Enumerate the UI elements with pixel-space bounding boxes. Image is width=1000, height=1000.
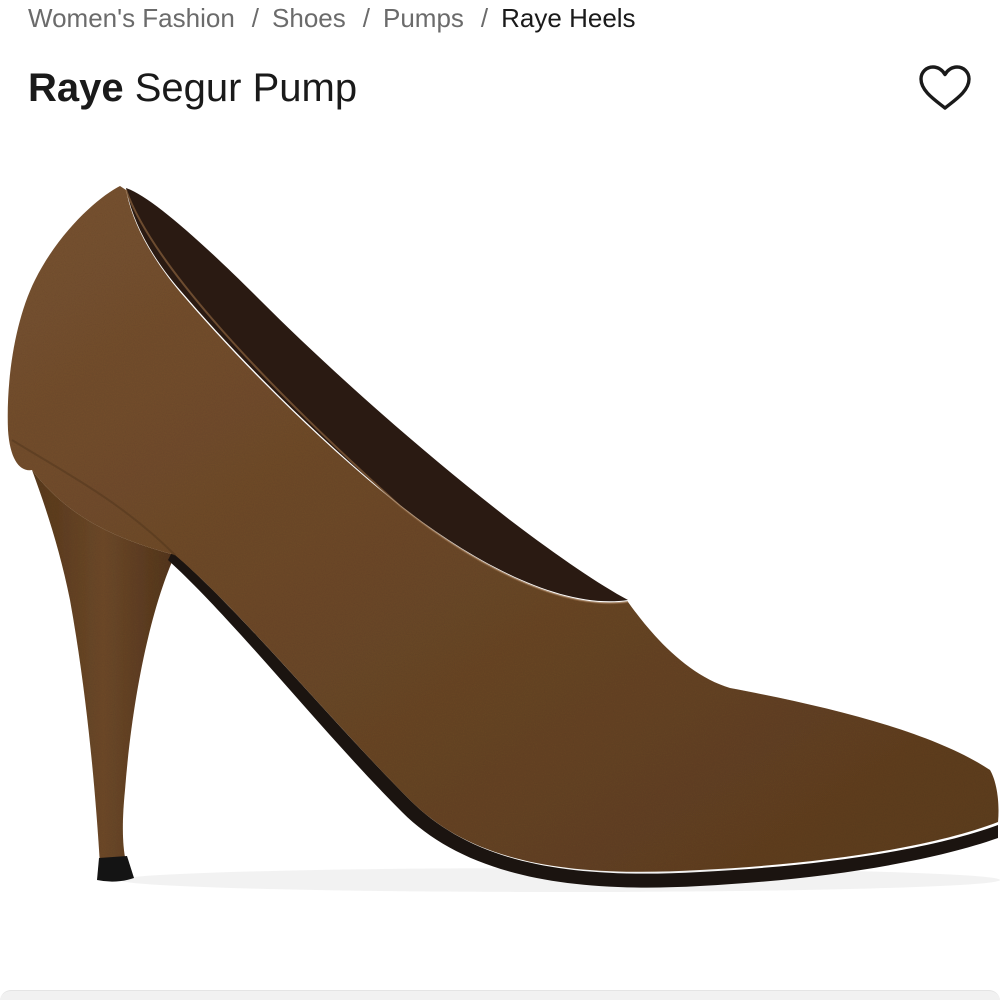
heart-outline-icon — [919, 65, 971, 110]
favorite-button[interactable] — [914, 62, 976, 114]
product-image[interactable] — [0, 130, 1000, 990]
breadcrumb-separator: / — [362, 2, 370, 33]
product-name: Segur Pump — [134, 66, 358, 110]
product-title: Raye Segur Pump — [28, 66, 357, 110]
breadcrumb: Women's Fashion / Shoes / Pumps / Raye H… — [28, 0, 636, 36]
breadcrumb-raye-heels[interactable]: Raye Heels — [501, 3, 635, 34]
heel-tip — [97, 856, 134, 882]
breadcrumb-pumps[interactable]: Pumps — [383, 3, 464, 34]
breadcrumb-separator: / — [480, 2, 489, 33]
breadcrumb-separator: / — [251, 2, 260, 33]
product-page: Women's Fashion / Shoes / Pumps / Raye H… — [0, 0, 1000, 1000]
breadcrumb-shoes[interactable]: Shoes — [272, 3, 346, 34]
product-brand[interactable]: Raye — [28, 66, 124, 110]
breadcrumb-womens-fashion[interactable]: Women's Fashion — [28, 3, 235, 34]
bottom-sheet-edge — [0, 990, 1000, 1000]
